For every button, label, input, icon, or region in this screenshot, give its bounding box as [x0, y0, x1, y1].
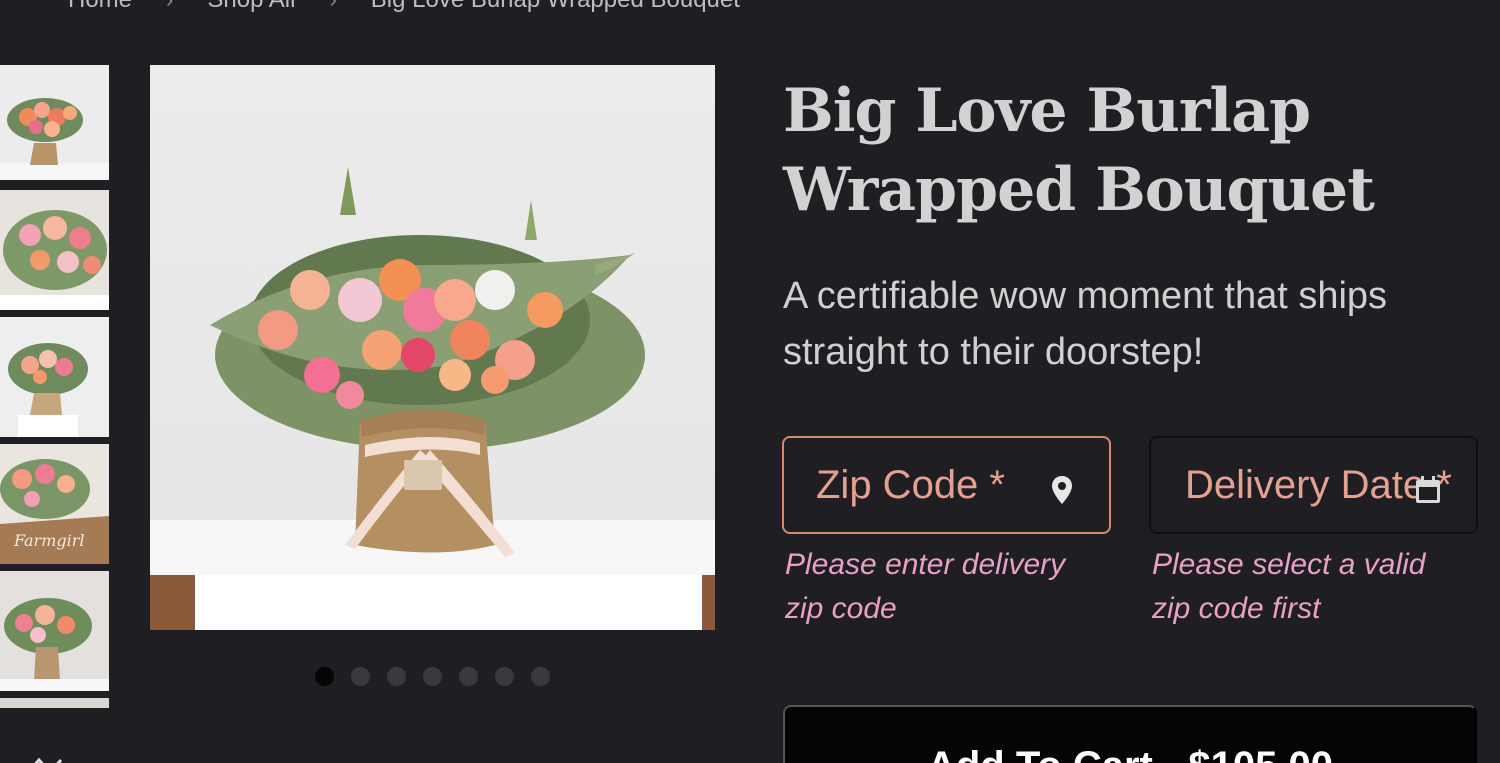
thumbnail-5[interactable]: [0, 571, 109, 691]
bouquet-thumbnail-image: [0, 317, 109, 437]
chevron-up-icon[interactable]: [26, 752, 66, 763]
breadcrumb-home-link[interactable]: Home: [68, 0, 132, 14]
thumbnail-4[interactable]: Farmgirl: [0, 444, 109, 564]
thumbnail-1[interactable]: [0, 65, 109, 183]
carousel-dots: [315, 667, 550, 686]
carousel-dot[interactable]: [459, 667, 478, 686]
thumbnail-6-partial[interactable]: [0, 698, 109, 708]
thumbnail-3[interactable]: [0, 317, 109, 437]
breadcrumb-shop-all-link[interactable]: Shop All: [207, 0, 295, 14]
product-main-image[interactable]: [150, 65, 715, 630]
bouquet-thumbnail-image: [0, 65, 109, 180]
chevron-right-icon: ›: [329, 0, 336, 13]
thumbnail-list: Farmgirl: [0, 65, 109, 708]
zip-code-field[interactable]: Zip Code *: [782, 436, 1111, 534]
carousel-dot[interactable]: [495, 667, 514, 686]
carousel-dot[interactable]: [423, 667, 442, 686]
product-title: Big Love Burlap Wrapped Bouquet: [783, 72, 1483, 230]
add-to-cart-button[interactable]: Add To Cart - $105.00: [783, 705, 1477, 763]
product-subtitle: A certifiable wow moment that ships stra…: [783, 275, 1388, 373]
svg-text:Farmgirl: Farmgirl: [13, 531, 85, 550]
calendar-icon: [1414, 470, 1442, 515]
bouquet-thumbnail-image: [0, 571, 109, 691]
carousel-dot[interactable]: [387, 667, 406, 686]
delivery-date-label: Delivery Date *: [1185, 462, 1452, 507]
thumbnail-2[interactable]: [0, 190, 109, 310]
delivery-date-field[interactable]: Delivery Date *: [1149, 436, 1478, 534]
zip-code-error: Please enter delivery zip code: [785, 548, 1066, 625]
product-title-line-1: Big Love Burlap: [783, 76, 1311, 146]
zip-code-label: Zip Code *: [816, 462, 1005, 507]
carousel-dot[interactable]: [315, 667, 334, 686]
delivery-date-error: Please select a valid zip code first: [1152, 548, 1426, 625]
carousel-dot[interactable]: [531, 667, 550, 686]
breadcrumb: Home › Shop All › Big Love Burlap Wrappe…: [68, 0, 740, 14]
location-pin-icon: [1051, 470, 1073, 515]
product-title-line-2: Wrapped Bouquet: [783, 155, 1375, 225]
carousel-dot[interactable]: [351, 667, 370, 686]
bouquet-image: [150, 65, 715, 630]
chevron-right-icon: ›: [166, 0, 173, 13]
bouquet-thumbnail-image: [0, 190, 109, 310]
bouquet-thumbnail-image: Farmgirl: [0, 444, 109, 564]
breadcrumb-current-item: Big Love Burlap Wrapped Bouquet: [371, 0, 740, 14]
